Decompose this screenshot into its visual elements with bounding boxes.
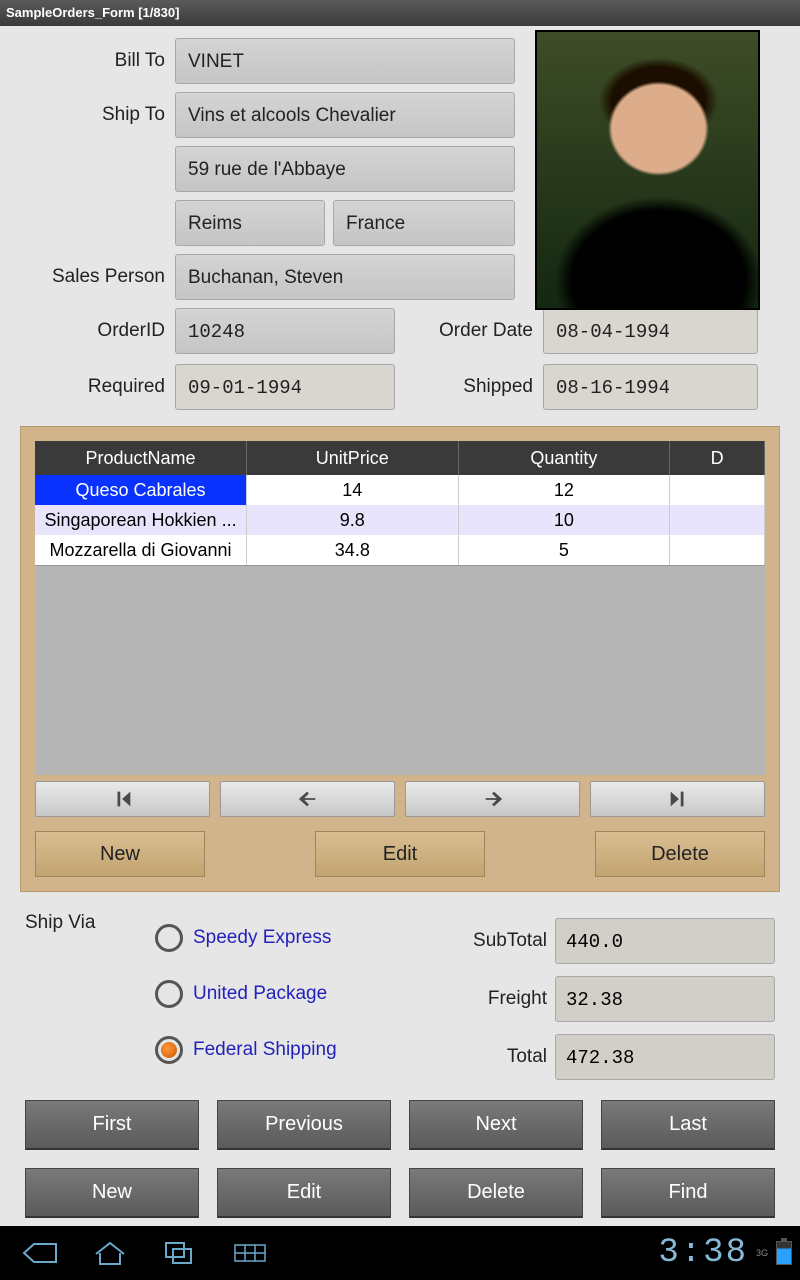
table-row[interactable]: Singaporean Hokkien ... 9.8 10: [35, 505, 765, 535]
table-prev-button[interactable]: [220, 781, 395, 817]
ship-option-federal[interactable]: Federal Shipping: [155, 1022, 445, 1078]
required-field[interactable]: 09-01-1994: [175, 364, 395, 410]
back-icon[interactable]: [10, 1234, 70, 1272]
shipped-label: Shipped: [413, 376, 543, 398]
shipped-field[interactable]: 08-16-1994: [543, 364, 758, 410]
signal-indicator: 3G: [756, 1248, 768, 1258]
arrow-left-icon: [295, 788, 321, 810]
first-button[interactable]: First: [25, 1100, 199, 1150]
item-new-button[interactable]: New: [35, 831, 205, 877]
table-empty-area: [35, 565, 765, 775]
bill-to-label: Bill To: [20, 50, 175, 72]
avatar: [535, 30, 760, 310]
col-product-name[interactable]: ProductName: [35, 441, 247, 475]
ship-to-label: Ship To: [20, 104, 175, 126]
android-nav-bar: 3:38 3G: [0, 1226, 800, 1280]
arrow-right-icon: [480, 788, 506, 810]
ship-option-united[interactable]: United Package: [155, 966, 445, 1022]
new-button[interactable]: New: [25, 1168, 199, 1218]
edit-button[interactable]: Edit: [217, 1168, 391, 1218]
last-icon: [665, 788, 691, 810]
previous-button[interactable]: Previous: [217, 1100, 391, 1150]
battery-icon: [776, 1241, 792, 1265]
country-field[interactable]: France: [333, 200, 515, 246]
table-row[interactable]: Mozzarella di Giovanni 34.8 5: [35, 535, 765, 565]
total-value[interactable]: 472.38: [555, 1034, 775, 1080]
first-icon: [110, 788, 136, 810]
subtotal-label: SubTotal: [455, 930, 555, 952]
order-items-panel: ProductName UnitPrice Quantity D Queso C…: [20, 426, 780, 892]
total-label: Total: [455, 1046, 555, 1068]
subtotal-value[interactable]: 440.0: [555, 918, 775, 964]
last-button[interactable]: Last: [601, 1100, 775, 1150]
order-items-table[interactable]: ProductName UnitPrice Quantity D Queso C…: [35, 441, 765, 565]
status-clock: 3:38: [658, 1234, 748, 1272]
radio-icon: [155, 1036, 183, 1064]
item-delete-button[interactable]: Delete: [595, 831, 765, 877]
order-id-label: OrderID: [20, 320, 175, 342]
required-label: Required: [20, 376, 175, 398]
next-button[interactable]: Next: [409, 1100, 583, 1150]
freight-label: Freight: [455, 988, 555, 1010]
grid-icon[interactable]: [220, 1234, 280, 1272]
table-last-button[interactable]: [590, 781, 765, 817]
bill-to-field[interactable]: VINET: [175, 38, 515, 84]
radio-icon: [155, 980, 183, 1008]
recent-apps-icon[interactable]: [150, 1234, 210, 1272]
ship-to-field[interactable]: Vins et alcools Chevalier: [175, 92, 515, 138]
address-field[interactable]: 59 rue de l'Abbaye: [175, 146, 515, 192]
find-button[interactable]: Find: [601, 1168, 775, 1218]
col-unit-price[interactable]: UnitPrice: [247, 441, 459, 475]
order-date-label: Order Date: [413, 320, 543, 342]
home-icon[interactable]: [80, 1234, 140, 1272]
ship-option-speedy[interactable]: Speedy Express: [155, 910, 445, 966]
col-d[interactable]: D: [670, 441, 765, 475]
item-edit-button[interactable]: Edit: [315, 831, 485, 877]
sales-person-field[interactable]: Buchanan, Steven: [175, 254, 515, 300]
table-first-button[interactable]: [35, 781, 210, 817]
sales-person-label: Sales Person: [20, 266, 175, 288]
order-id-field[interactable]: 10248: [175, 308, 395, 354]
delete-button[interactable]: Delete: [409, 1168, 583, 1218]
col-quantity[interactable]: Quantity: [458, 441, 670, 475]
city-field[interactable]: Reims: [175, 200, 325, 246]
form-nav-buttons: First Previous Next Last New Edit Delete…: [0, 1094, 800, 1224]
order-date-field[interactable]: 08-04-1994: [543, 308, 758, 354]
window-title: SampleOrders_Form [1/830]: [0, 0, 800, 26]
ship-via-label: Ship Via: [25, 912, 155, 934]
freight-value[interactable]: 32.38: [555, 976, 775, 1022]
radio-icon: [155, 924, 183, 952]
table-next-button[interactable]: [405, 781, 580, 817]
table-row[interactable]: Queso Cabrales 14 12: [35, 475, 765, 505]
